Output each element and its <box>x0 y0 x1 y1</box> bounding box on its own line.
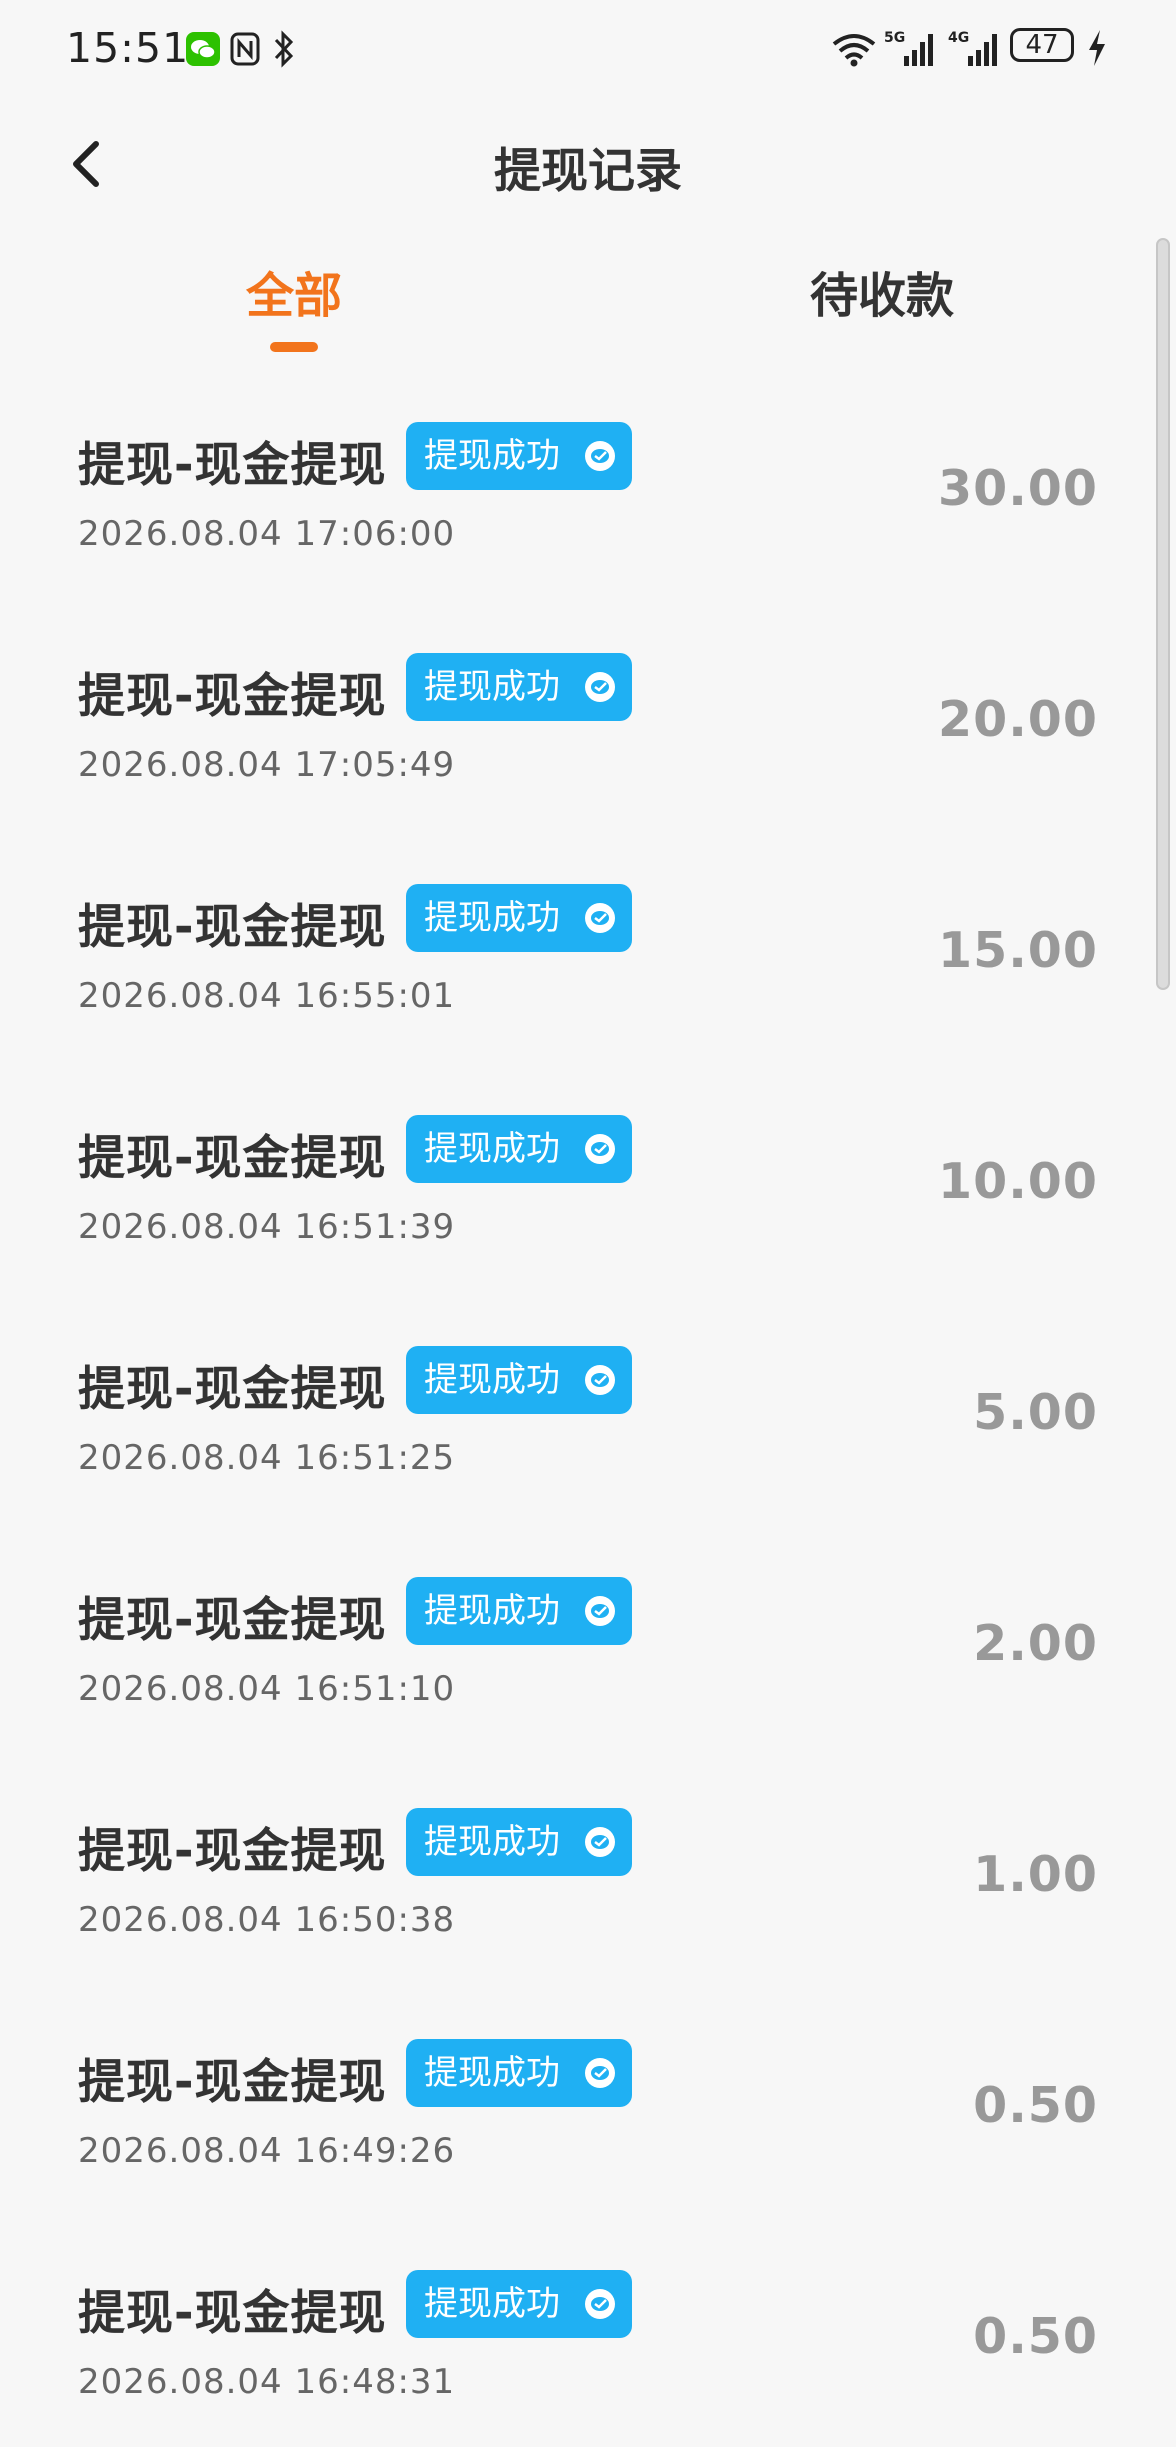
status-badge: 提现成功 <box>406 1115 632 1183</box>
scrollbar[interactable] <box>1156 238 1170 990</box>
tab-pending[interactable]: 待收款 <box>810 256 954 326</box>
list-item[interactable]: 提现-现金提现 提现成功 2026.08.04 16:51:25 5.00 <box>0 1292 1176 1523</box>
record-time: 2026.08.04 17:06:00 <box>78 514 456 554</box>
tab-active-indicator <box>270 342 318 352</box>
status-badge-label: 提现成功 <box>424 1591 560 1631</box>
record-amount: 0.50 <box>973 2308 1098 2365</box>
list-item[interactable]: 提现-现金提现 提现成功 2026.08.04 16:49:26 0.50 <box>0 1985 1176 2216</box>
list-item[interactable]: 提现-现金提现 提现成功 2026.08.04 17:06:00 30.00 <box>0 368 1176 599</box>
record-time: 2026.08.04 16:50:38 <box>78 1900 456 1940</box>
list-item[interactable]: 提现-现金提现 提现成功 2026.08.04 16:51:39 10.00 <box>0 1061 1176 1292</box>
charging-icon <box>1089 30 1105 66</box>
wechat-pay-icon <box>585 903 615 933</box>
record-title: 提现-现金提现 <box>78 669 387 724</box>
record-time: 2026.08.04 16:51:25 <box>78 1438 456 1478</box>
record-title: 提现-现金提现 <box>78 900 387 955</box>
list-item[interactable]: 提现-现金提现 提现成功 2026.08.04 17:05:49 20.00 <box>0 599 1176 830</box>
wechat-pay-icon <box>585 1827 615 1857</box>
record-amount: 5.00 <box>973 1384 1098 1441</box>
record-time: 2026.08.04 16:51:10 <box>78 1669 456 1709</box>
wechat-pay-icon <box>585 2289 615 2319</box>
battery-level: 47 <box>1025 30 1059 60</box>
battery-icon: 47 <box>1010 28 1074 62</box>
list-item[interactable]: 提现-现金提现 提现成功 2026.08.04 16:50:38 1.00 <box>0 1754 1176 1985</box>
wifi-icon <box>832 34 876 67</box>
signal-5g-icon: 5G <box>884 30 933 66</box>
status-badge-label: 提现成功 <box>424 436 560 476</box>
tab-bar: 全部 待收款 <box>0 240 1176 360</box>
status-badge: 提现成功 <box>406 1346 632 1414</box>
status-badge-label: 提现成功 <box>424 1360 560 1400</box>
bluetooth-icon <box>274 30 294 68</box>
record-amount: 15.00 <box>938 922 1098 979</box>
status-badge: 提现成功 <box>406 1808 632 1876</box>
record-time: 2026.08.04 16:48:31 <box>78 2362 456 2402</box>
status-badge: 提现成功 <box>406 653 632 721</box>
wechat-pay-icon <box>585 1596 615 1626</box>
signal-4g-icon: 4G <box>948 30 997 66</box>
status-badge-label: 提现成功 <box>424 667 560 707</box>
record-title: 提现-现金提现 <box>78 1824 387 1879</box>
svg-text:4G: 4G <box>948 30 969 46</box>
record-title: 提现-现金提现 <box>78 2286 387 2341</box>
wechat-pay-icon <box>585 1365 615 1395</box>
wechat-pay-icon <box>585 2058 615 2088</box>
record-title: 提现-现金提现 <box>78 1131 387 1186</box>
status-badge-label: 提现成功 <box>424 2284 560 2324</box>
status-badge-label: 提现成功 <box>424 1822 560 1862</box>
wechat-icon <box>186 32 220 66</box>
record-amount: 10.00 <box>938 1153 1098 1210</box>
status-badge: 提现成功 <box>406 1577 632 1645</box>
record-amount: 2.00 <box>973 1615 1098 1672</box>
record-time: 2026.08.04 17:05:49 <box>78 745 456 785</box>
record-time: 2026.08.04 16:49:26 <box>78 2131 456 2171</box>
list-item[interactable]: 提现-现金提现 提现成功 2026.08.04 16:55:01 15.00 <box>0 830 1176 1061</box>
list-item[interactable]: 提现-现金提现 提现成功 2026.08.04 16:51:10 2.00 <box>0 1523 1176 1754</box>
status-badge: 提现成功 <box>406 2270 632 2338</box>
status-bar: 15:51 5G 4G 47 <box>0 0 1176 100</box>
status-badge: 提现成功 <box>406 422 632 490</box>
record-amount: 30.00 <box>938 460 1098 517</box>
record-title: 提现-现金提现 <box>78 438 387 493</box>
list-item[interactable]: 提现-现金提现 提现成功 2026.08.04 16:48:31 0.50 <box>0 2216 1176 2447</box>
svg-text:5G: 5G <box>884 30 905 46</box>
wechat-pay-icon <box>585 672 615 702</box>
record-title: 提现-现金提现 <box>78 1593 387 1648</box>
record-title: 提现-现金提现 <box>78 2055 387 2110</box>
status-badge-label: 提现成功 <box>424 1129 560 1169</box>
record-time: 2026.08.04 16:55:01 <box>78 976 456 1016</box>
record-title: 提现-现金提现 <box>78 1362 387 1417</box>
status-time: 15:51 <box>66 24 190 72</box>
status-badge: 提现成功 <box>406 2039 632 2107</box>
record-amount: 20.00 <box>938 691 1098 748</box>
status-badge-label: 提现成功 <box>424 898 560 938</box>
page-title: 提现记录 <box>494 144 682 199</box>
tab-all[interactable]: 全部 <box>246 256 342 326</box>
record-amount: 0.50 <box>973 2077 1098 2134</box>
record-time: 2026.08.04 16:51:39 <box>78 1207 456 1247</box>
wechat-pay-icon <box>585 1134 615 1164</box>
status-badge: 提现成功 <box>406 884 632 952</box>
nfc-icon <box>230 32 260 66</box>
wechat-pay-icon <box>585 441 615 471</box>
header: 提现记录 <box>0 110 1176 220</box>
record-amount: 1.00 <box>973 1846 1098 1903</box>
status-badge-label: 提现成功 <box>424 2053 560 2093</box>
